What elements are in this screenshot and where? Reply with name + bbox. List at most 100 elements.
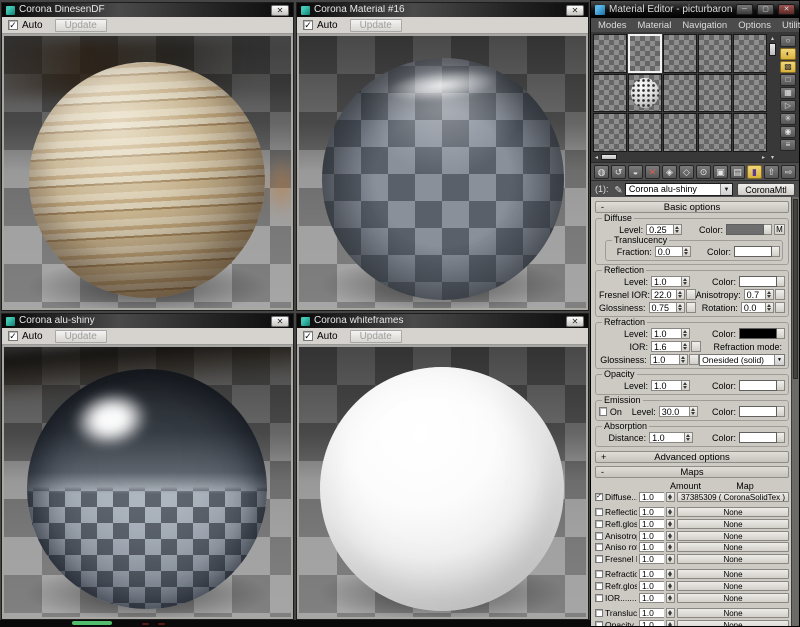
show-end-result-button[interactable]: ▤ <box>730 165 745 179</box>
map-slot-button[interactable]: None <box>677 620 789 626</box>
fresnel-ior-spinner[interactable] <box>676 289 685 300</box>
refraction-color-swatch[interactable] <box>739 328 777 339</box>
material-slot-12[interactable] <box>628 113 662 152</box>
taskbar[interactable] <box>0 620 591 627</box>
material-slot-1[interactable] <box>593 34 627 73</box>
map-enable-checkbox[interactable] <box>595 520 603 528</box>
map-amount-field[interactable]: 1.0 <box>639 492 664 502</box>
titlebar[interactable]: Corona whiteframes ✕ <box>297 314 588 328</box>
material-slot-10[interactable] <box>733 74 767 113</box>
backlight-button[interactable]: ◐ <box>780 48 796 60</box>
params-scrollbar[interactable] <box>791 197 799 626</box>
map-amount-spinner[interactable] <box>666 581 675 591</box>
fresnel-ior-map-button[interactable] <box>686 289 696 300</box>
translucency-color-swatch[interactable] <box>734 246 772 257</box>
map-amount-spinner[interactable] <box>666 519 675 529</box>
material-slot-6[interactable] <box>593 74 627 113</box>
material-slot-2[interactable] <box>628 34 662 73</box>
map-slot-button[interactable]: 37385309 ( CoronaSolidTex ) <box>677 492 789 502</box>
material-id-channel-button[interactable]: ⊙ <box>696 165 711 179</box>
material-slot-3[interactable] <box>663 34 697 73</box>
select-by-material-button[interactable]: ◉ <box>780 126 796 138</box>
auto-checkbox[interactable]: ✓Auto <box>303 331 338 342</box>
glossiness-map-button[interactable] <box>686 302 696 313</box>
scroll-down-icon[interactable]: ▾ <box>771 154 774 161</box>
map-slot-button[interactable]: None <box>677 531 789 541</box>
eyedropper-icon[interactable]: ✐ <box>611 185 622 193</box>
anisotropy-map-button[interactable] <box>775 289 785 300</box>
scroll-thumb[interactable] <box>601 154 617 160</box>
minimize-button[interactable]: ─ <box>736 4 753 15</box>
update-button[interactable]: Update <box>55 19 107 32</box>
fresnel-ior-field[interactable]: 22.0 <box>651 289 676 300</box>
material-class-button[interactable]: CoronaMtl <box>737 183 795 196</box>
rotation-spinner[interactable] <box>765 302 774 313</box>
map-amount-field[interactable]: 1.0 <box>639 531 664 541</box>
scroll-right-icon[interactable]: ▸ <box>762 154 765 161</box>
absorption-distance-spinner[interactable] <box>684 432 693 443</box>
titlebar[interactable]: Corona DinesenDF ✕ <box>2 3 293 17</box>
auto-checkbox[interactable]: ✓Auto <box>303 20 338 31</box>
background-button[interactable]: ▩ <box>780 61 796 73</box>
color-side-button[interactable] <box>777 380 785 391</box>
emission-color-swatch[interactable] <box>739 406 777 417</box>
map-slot-button[interactable]: None <box>677 593 789 603</box>
map-amount-field[interactable]: 1.0 <box>639 608 664 618</box>
options-button[interactable]: ✳ <box>780 113 796 125</box>
auto-checkbox[interactable]: ✓Auto <box>8 331 43 342</box>
make-preview-button[interactable]: ▷ <box>780 100 796 112</box>
emission-level-spinner[interactable] <box>689 406 698 417</box>
map-amount-field[interactable]: 1.0 <box>639 620 664 626</box>
material-slot-13[interactable] <box>663 113 697 152</box>
diffuse-map-shortcut-button[interactable]: M <box>774 224 785 235</box>
material-slot-14[interactable] <box>698 113 732 152</box>
assign-material-to-selection-button[interactable]: ◒ <box>628 165 643 179</box>
titlebar[interactable]: Corona Material #16 ✕ <box>297 3 588 17</box>
menu-options[interactable]: Options <box>738 20 771 31</box>
refraction-glossiness-map-button[interactable] <box>689 354 699 365</box>
material-slot-4[interactable] <box>698 34 732 73</box>
titlebar[interactable]: Corona alu-shiny ✕ <box>2 314 293 328</box>
opacity-color-swatch[interactable] <box>739 380 777 391</box>
map-amount-field[interactable]: 1.0 <box>639 542 664 552</box>
rollout-advanced-options[interactable]: + Advanced options <box>595 451 789 463</box>
close-button[interactable]: ✕ <box>778 4 795 15</box>
map-slot-button[interactable]: None <box>677 581 789 591</box>
absorption-distance-field[interactable]: 1.0 <box>649 432 684 443</box>
slots-horizontal-scrollbar[interactable]: ◂ ▸ <box>593 153 767 161</box>
map-enable-checkbox[interactable] <box>595 621 603 626</box>
material-name-dropdown[interactable]: Corona alu-shiny ▼ <box>625 183 733 196</box>
refraction-glossiness-field[interactable]: 1.0 <box>650 354 679 365</box>
map-amount-spinner[interactable] <box>666 620 675 626</box>
close-button[interactable]: ✕ <box>566 316 584 327</box>
refraction-level-spinner[interactable] <box>681 328 690 339</box>
sample-type-button[interactable]: ○ <box>780 35 796 47</box>
map-amount-spinner[interactable] <box>666 492 675 502</box>
reflection-level-spinner[interactable] <box>681 276 690 287</box>
update-button[interactable]: Update <box>350 19 402 32</box>
map-enable-checkbox[interactable] <box>595 508 603 516</box>
refraction-glossiness-spinner[interactable] <box>679 354 688 365</box>
map-amount-spinner[interactable] <box>666 542 675 552</box>
menu-utilities[interactable]: Utilities <box>782 20 800 31</box>
translucency-fraction-field[interactable]: 0.0 <box>655 246 682 257</box>
map-enable-checkbox[interactable] <box>595 609 603 617</box>
material-slot-7[interactable] <box>628 74 662 113</box>
map-enable-checkbox[interactable] <box>595 543 603 551</box>
scroll-thumb[interactable] <box>793 199 798 379</box>
translucency-fraction-spinner[interactable] <box>682 246 691 257</box>
auto-checkbox[interactable]: ✓Auto <box>8 20 43 31</box>
reflection-color-swatch[interactable] <box>739 276 777 287</box>
update-button[interactable]: Update <box>350 330 402 343</box>
map-slot-button[interactable]: None <box>677 608 789 618</box>
refraction-level-field[interactable]: 1.0 <box>651 328 681 339</box>
menu-modes[interactable]: Modes <box>598 20 627 31</box>
rotation-map-button[interactable] <box>775 302 785 313</box>
map-amount-spinner[interactable] <box>666 507 675 517</box>
map-amount-field[interactable]: 1.0 <box>639 519 664 529</box>
put-to-library-button[interactable]: ◇ <box>679 165 694 179</box>
map-amount-spinner[interactable] <box>666 531 675 541</box>
material-slot-5[interactable] <box>733 34 767 73</box>
map-amount-spinner[interactable] <box>666 569 675 579</box>
emission-level-field[interactable]: 30.0 <box>659 406 690 417</box>
